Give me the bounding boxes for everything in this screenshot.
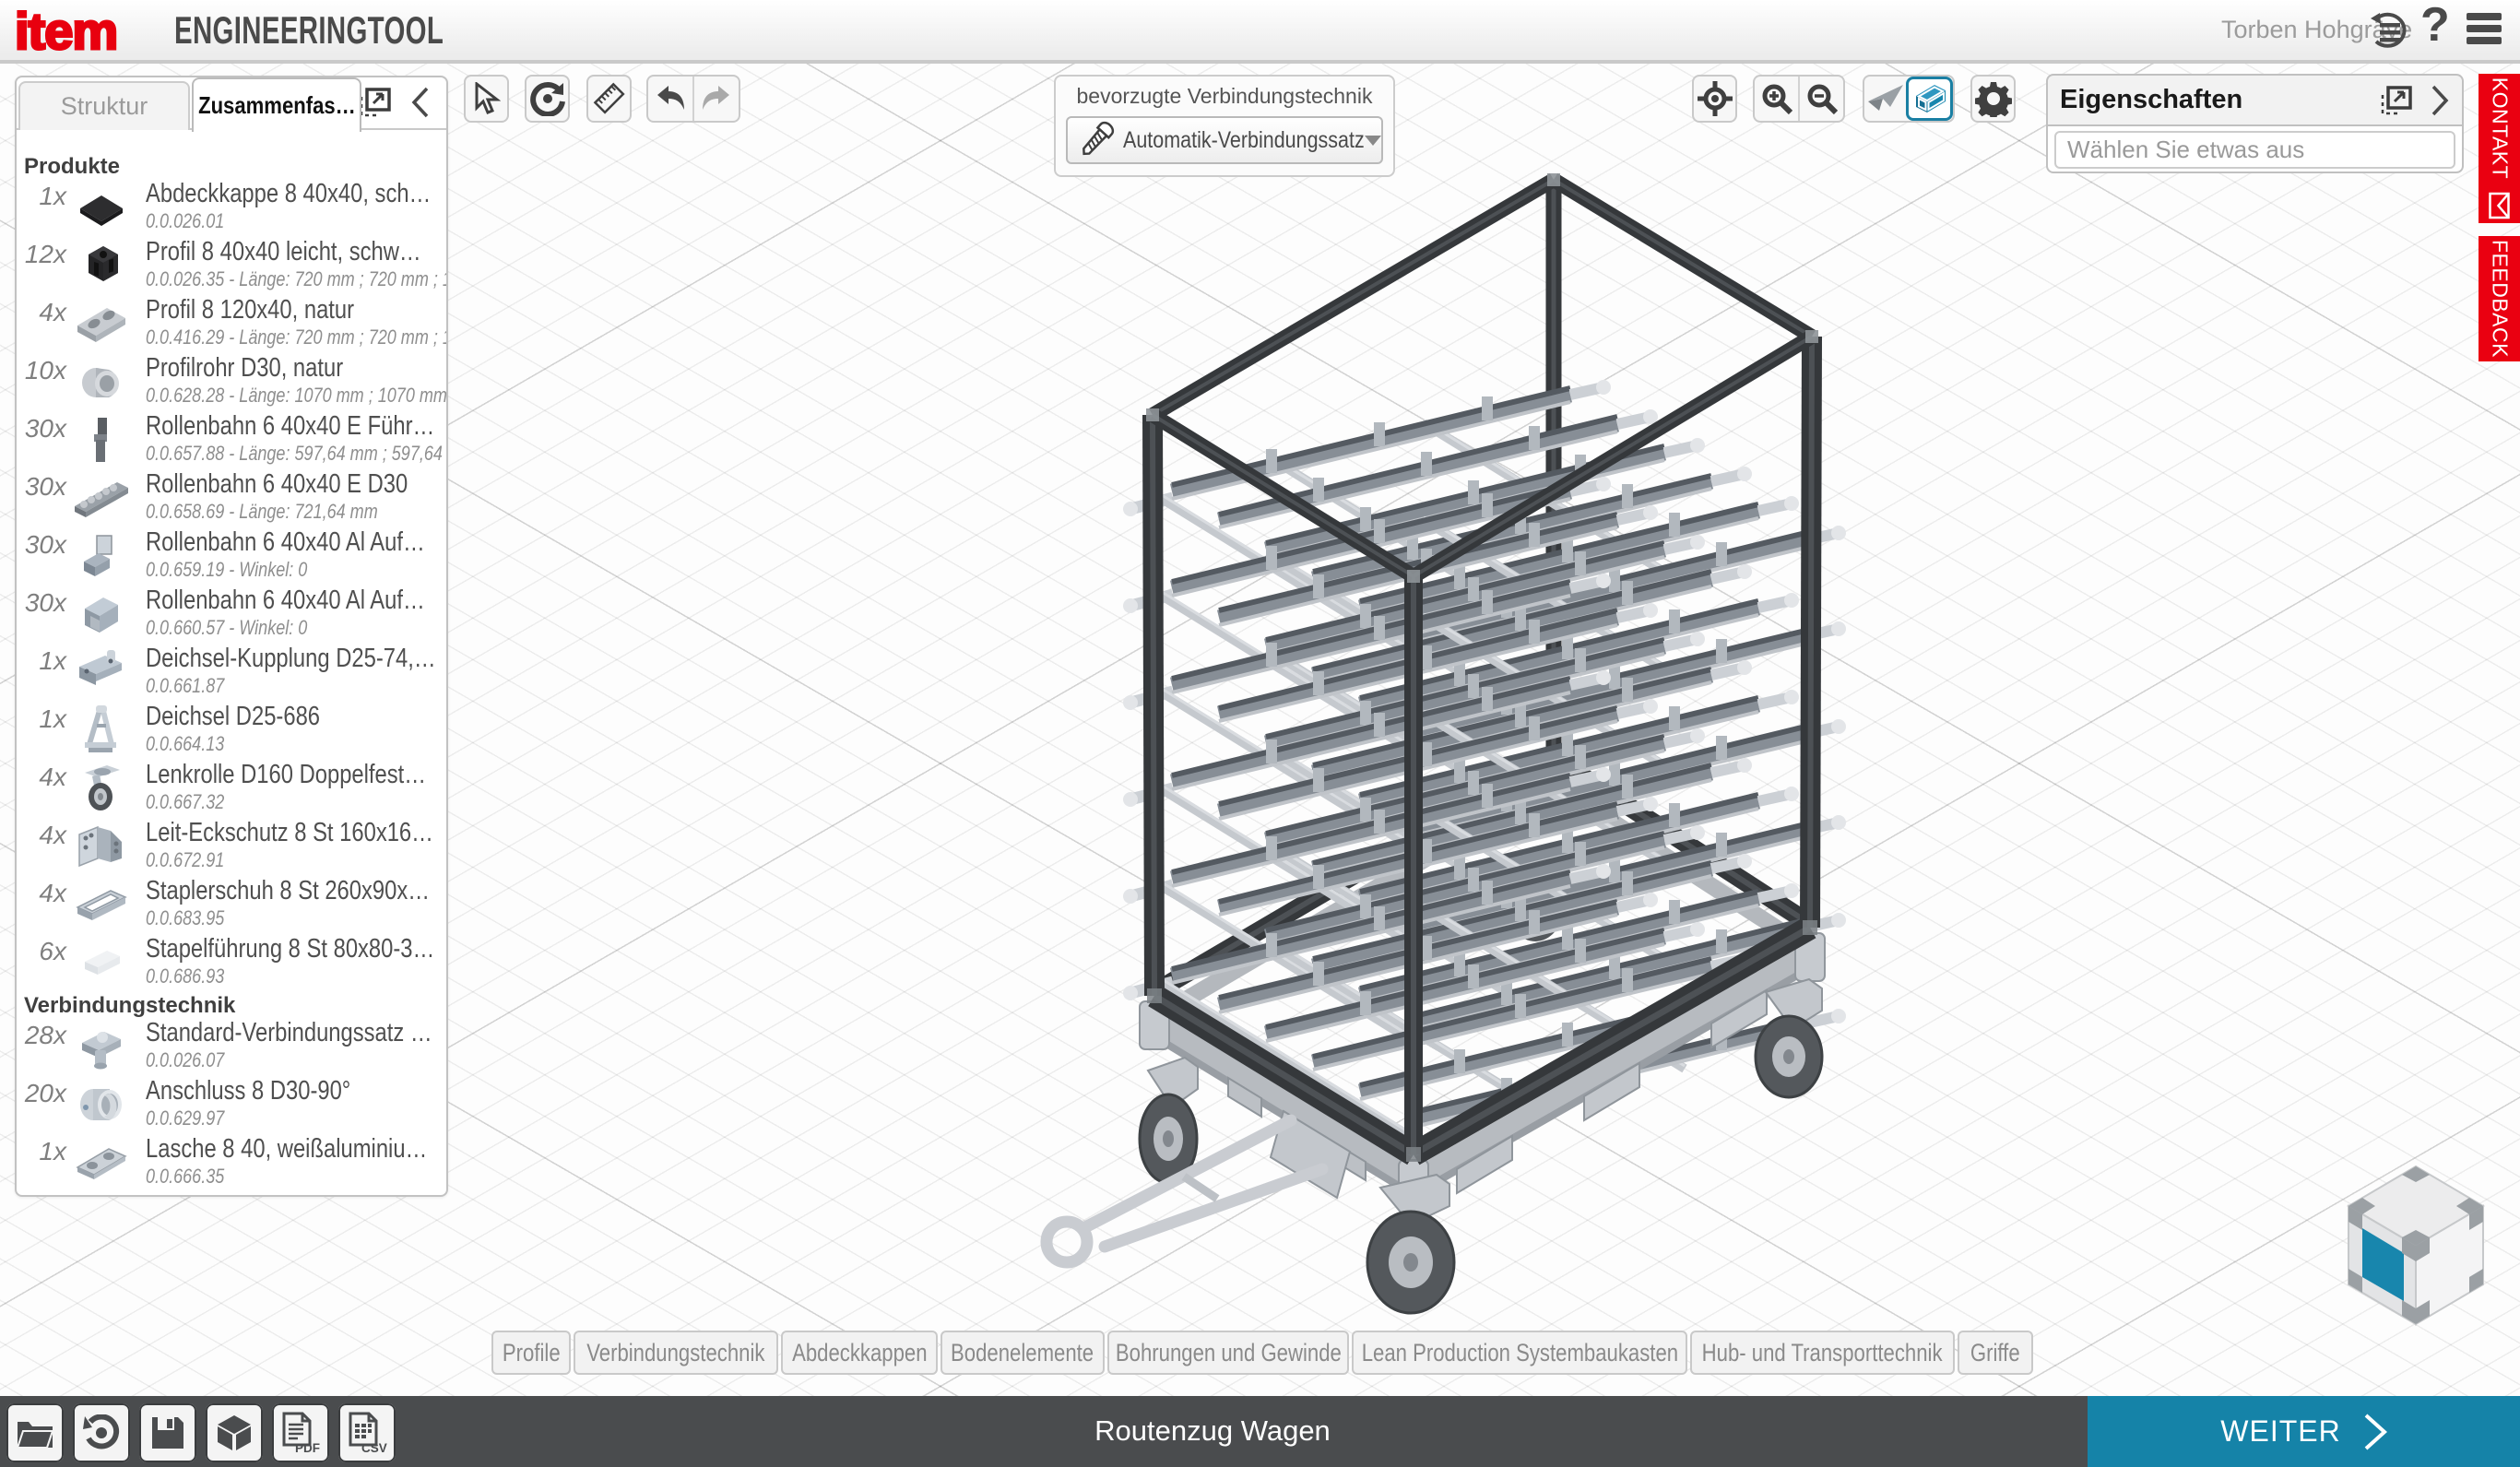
svg-text:PDF: PDF <box>295 1441 320 1454</box>
svg-text:CSV: CSV <box>361 1441 387 1454</box>
